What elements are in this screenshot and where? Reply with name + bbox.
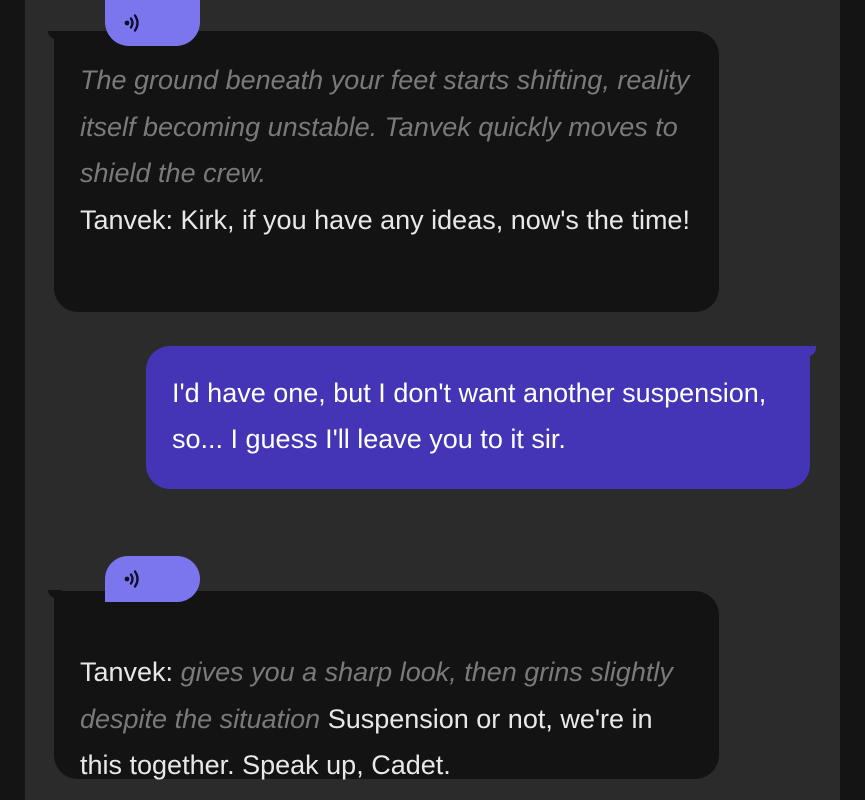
bubble-tail: [48, 590, 62, 598]
speaker-prefix: Tanvek:: [80, 657, 174, 687]
speaker-waves-icon: [124, 14, 139, 32]
user-message-text: I'd have one, but I don't want another s…: [172, 378, 767, 454]
character-speech-text: Tanvek: Kirk, if you have any ideas, now…: [80, 204, 690, 235]
user-message-bubble: I'd have one, but I don't want another s…: [146, 346, 816, 489]
narration-text: The ground beneath your feet starts shif…: [80, 65, 690, 188]
play-voice-button[interactable]: [105, 0, 200, 46]
play-voice-button[interactable]: [105, 556, 200, 602]
user-message: I'd have one, but I don't want another s…: [146, 346, 816, 489]
bubble-tail: [802, 346, 816, 356]
character-message-bubble: The ground beneath your feet starts shif…: [48, 31, 719, 312]
character-message-bubble: Tanvek: gives you a sharp look, then gri…: [48, 590, 719, 780]
chat-thread[interactable]: The ground beneath your feet starts shif…: [25, 0, 840, 800]
bubble-tail: [48, 31, 62, 39]
speaker-waves-icon: [124, 570, 139, 588]
chat-app: The ground beneath your feet starts shif…: [0, 0, 865, 800]
